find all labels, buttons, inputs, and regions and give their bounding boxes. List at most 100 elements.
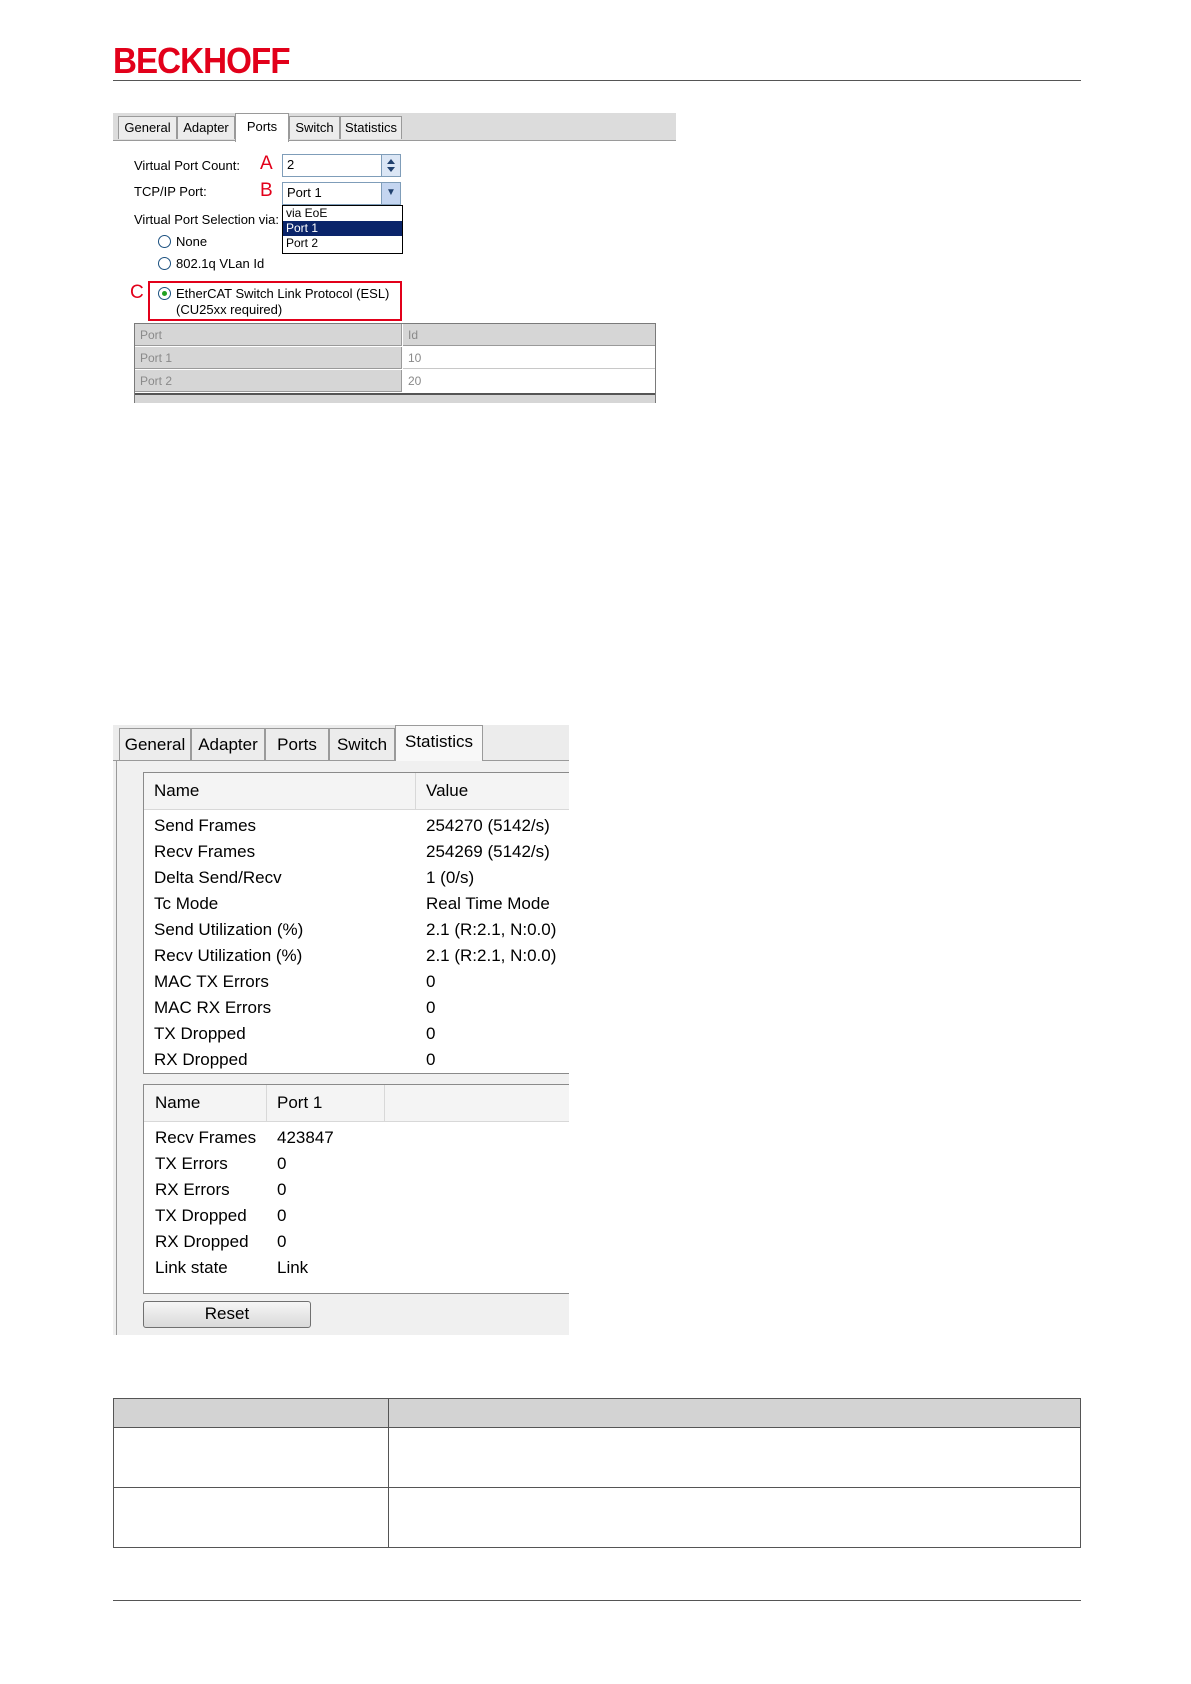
stat-name: TX Dropped (155, 1206, 247, 1225)
radio-selected-dot (162, 291, 167, 296)
port-id-grid: Port Id Port 1 10 Port 2 20 (134, 323, 656, 403)
stat-name: Recv Utilization (%) (154, 946, 303, 965)
list-item[interactable]: TX Errors 0 (144, 1151, 569, 1177)
tcpip-port-dropdown[interactable]: Port 1 ▼ (282, 182, 401, 205)
stat-value: 254270 (5142/s) (426, 816, 550, 835)
table-cell (388, 1427, 1081, 1488)
stat-value: 0 (277, 1154, 287, 1173)
column-header-port-1[interactable]: Port 1 (277, 1085, 322, 1121)
marker-a: A (260, 153, 273, 174)
option-via-eoe[interactable]: via EoE (283, 206, 402, 221)
grid-row-port-1[interactable]: Port 1 (135, 347, 402, 369)
tcpip-port-label: TCP/IP Port: (134, 184, 207, 199)
grid-bottom-edge (135, 393, 655, 403)
option-port-1[interactable]: Port 1 (283, 221, 402, 236)
grid-row-port-2[interactable]: Port 2 (135, 370, 402, 392)
column-header-name[interactable]: Name (155, 1085, 200, 1121)
stat-value: 254269 (5142/s) (426, 842, 550, 861)
list-item[interactable]: Send Frames 254270 (5142/s) (144, 813, 569, 839)
tab-ports[interactable]: Ports (235, 113, 289, 142)
chevron-down-icon[interactable]: ▼ (381, 183, 400, 204)
statistics-dialog-screenshot: General Adapter Ports Switch Statistics … (113, 725, 569, 1335)
list-item[interactable]: MAC RX Errors 0 (144, 995, 569, 1021)
list-item[interactable]: Send Utilization (%) 2.1 (R:2.1, N:0.0) (144, 917, 569, 943)
tab-switch[interactable]: Switch (289, 116, 340, 139)
list-item[interactable]: Delta Send/Recv 1 (0/s) (144, 865, 569, 891)
ports-dialog-screenshot: General Adapter Ports Switch Statistics … (113, 113, 676, 403)
stat-name: RX Dropped (154, 1050, 248, 1069)
virtual-port-count-label: Virtual Port Count: (134, 158, 240, 173)
stat-value: 2.1 (R:2.1, N:0.0) (426, 946, 557, 965)
grid-cell-id-2[interactable]: 20 (403, 370, 655, 392)
tab-statistics[interactable]: Statistics (395, 725, 483, 761)
tab-adapter[interactable]: Adapter (177, 116, 235, 139)
radio-esl[interactable] (158, 287, 171, 300)
column-header-value[interactable]: Value (426, 773, 468, 809)
virtual-port-count-spinner[interactable]: 2 (282, 154, 401, 177)
list-item[interactable]: RX Dropped 0 (144, 1229, 569, 1255)
list-item[interactable]: Recv Frames 254269 (5142/s) (144, 839, 569, 865)
virtual-port-selection-label: Virtual Port Selection via: (134, 212, 279, 227)
list-item[interactable]: Link state Link (144, 1255, 569, 1281)
radio-esl-label: EtherCAT Switch Link Protocol (ESL) (176, 286, 390, 301)
table-header-row (113, 1398, 1081, 1428)
list-item[interactable]: Tc Mode Real Time Mode (144, 891, 569, 917)
stat-value: Link (277, 1258, 309, 1277)
list-header (144, 773, 569, 810)
table-cell (113, 1427, 389, 1488)
tab-general[interactable]: General (118, 116, 177, 139)
list-item[interactable]: MAC TX Errors 0 (144, 969, 569, 995)
list-item[interactable]: Recv Frames 423847 (144, 1125, 569, 1151)
column-header-name[interactable]: Name (154, 773, 199, 809)
stat-name: Recv Frames (154, 842, 256, 861)
tab-statistics[interactable]: Statistics (340, 116, 402, 139)
tab-general[interactable]: General (119, 728, 191, 760)
reset-button[interactable]: Reset (143, 1301, 311, 1328)
radio-vlan[interactable] (158, 257, 171, 270)
tab-switch[interactable]: Switch (329, 728, 395, 760)
stat-name: Delta Send/Recv (154, 868, 282, 887)
table-cell (388, 1487, 1081, 1548)
stat-name: Send Utilization (%) (154, 920, 304, 939)
footer-rule (113, 1600, 1081, 1601)
stat-value: 0 (277, 1232, 287, 1251)
stat-name: MAC RX Errors (154, 998, 272, 1017)
stat-name: Tc Mode (154, 894, 219, 913)
list-header (144, 1085, 569, 1122)
stat-value: 0 (426, 1024, 436, 1043)
spinner-arrows[interactable] (381, 155, 400, 176)
stat-value: 0 (277, 1180, 287, 1199)
marker-c: C (130, 282, 144, 303)
radio-esl-sublabel: (CU25xx required) (176, 302, 283, 317)
list-item[interactable]: RX Dropped 0 (144, 1047, 569, 1073)
stat-name: Recv Frames (155, 1128, 257, 1147)
stat-name: Link state (155, 1258, 228, 1277)
table-header-cell (388, 1398, 1081, 1428)
stat-name: Send Frames (154, 816, 257, 835)
stat-value: 0 (426, 1050, 436, 1069)
adapter-statistics-list: Name Value Send Frames 254270 (5142/s) Rec… (143, 772, 569, 1074)
stat-value: 0 (277, 1206, 287, 1225)
beckhoff-logo: BECKHOFF (113, 40, 291, 81)
list-item[interactable]: Recv Utilization (%) 2.1 (R:2.1, N:0.0) (144, 943, 569, 969)
option-port-2[interactable]: Port 2 (283, 236, 402, 251)
marker-b: B (260, 180, 273, 201)
radio-none[interactable] (158, 235, 171, 248)
radio-vlan-label: 802.1q VLan Id (176, 256, 265, 271)
stat-name: TX Errors (155, 1154, 228, 1173)
column-separator[interactable] (266, 1085, 267, 1121)
list-item[interactable]: RX Errors 0 (144, 1177, 569, 1203)
header-rule (113, 80, 1081, 81)
list-item[interactable]: TX Dropped 0 (144, 1203, 569, 1229)
stat-value: 423847 (277, 1128, 334, 1147)
list-item[interactable]: TX Dropped 0 (144, 1021, 569, 1047)
grid-cell-id-1[interactable]: 10 (403, 347, 655, 369)
virtual-port-count-value: 2 (287, 157, 295, 172)
column-separator[interactable] (415, 773, 416, 809)
tab-adapter[interactable]: Adapter (191, 728, 265, 760)
stat-name: RX Dropped (155, 1232, 249, 1251)
tab-ports[interactable]: Ports (265, 728, 329, 760)
column-separator[interactable] (384, 1085, 385, 1121)
table-header-cell (113, 1398, 389, 1428)
port-statistics-list: Name Port 1 Recv Frames 423847 TX Errors 0 R… (143, 1084, 569, 1294)
